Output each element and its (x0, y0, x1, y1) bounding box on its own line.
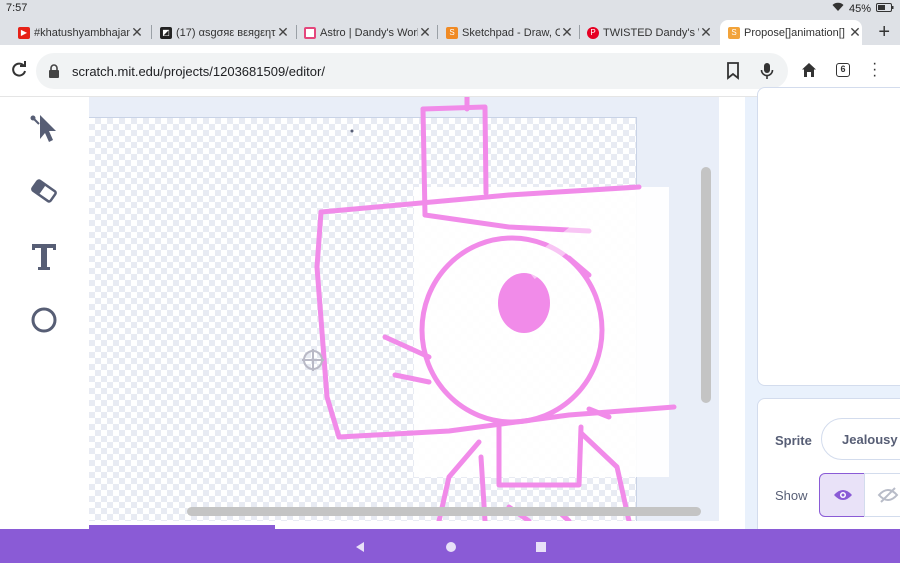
sketchpad-icon: S (446, 26, 458, 39)
recents-icon[interactable] (535, 540, 547, 558)
tab-3[interactable]: Astro | Dandy's World ✕ (302, 20, 432, 45)
tab-title: #khatushyambhajan (34, 26, 130, 39)
more-menu-icon[interactable]: · · · (872, 56, 877, 84)
hide-sprite-button[interactable] (864, 473, 900, 517)
rotation-center-icon (302, 349, 324, 371)
tab-divider (296, 25, 297, 39)
scratch-paint-editor: Sprite Jealousy Show (0, 87, 900, 538)
show-label: Show (775, 488, 808, 503)
lock-icon[interactable] (48, 64, 60, 83)
fandom-icon (304, 26, 316, 39)
scratch-icon: S (728, 26, 740, 39)
tab-2[interactable]: ◩ (17) αsgσяε вεяgεητ ✕ (158, 20, 290, 45)
home-icon[interactable] (801, 62, 817, 83)
youtube-icon: ▶ (18, 26, 30, 39)
clock: 7:57 (6, 2, 28, 14)
tab-divider (437, 25, 438, 39)
system-status-bar: 7:57 45% (0, 0, 900, 17)
battery-icon (876, 2, 894, 15)
tab-title: (17) αsgσяε вεяgεητ (176, 26, 276, 39)
eye-slash-icon (877, 487, 899, 503)
tab-4[interactable]: S Sketchpad - Draw, Cre ✕ (444, 20, 574, 45)
reload-icon[interactable] (10, 61, 28, 84)
tab-title: Propose[]animation[] (744, 26, 845, 39)
right-side-panel: Sprite Jealousy Show (745, 87, 900, 538)
tab-close-icon[interactable]: ✕ (560, 24, 574, 41)
eye-icon (834, 490, 852, 500)
stage-preview[interactable] (757, 87, 900, 386)
reshape-tool-icon[interactable] (28, 111, 60, 143)
tab-title: TWISTED Dandy's Wo (603, 26, 699, 39)
tab-divider (579, 25, 580, 39)
wifi-icon (832, 2, 844, 15)
eraser-tool-icon[interactable] (28, 175, 60, 207)
site-icon: ◩ (160, 26, 172, 39)
tab-title: Astro | Dandy's World (320, 26, 418, 39)
drawing-canvas-area[interactable] (89, 97, 719, 521)
battery-level: 45% (848, 2, 871, 15)
text-tool-icon[interactable] (28, 240, 60, 272)
sprite-name-input[interactable]: Jealousy (821, 418, 900, 460)
vertical-scrollbar[interactable] (701, 167, 711, 403)
tab-6-active[interactable]: S Propose[]animation[] ✕ (720, 20, 862, 45)
tab-close-icon[interactable]: ✕ (848, 24, 862, 41)
tab-close-icon[interactable]: ✕ (699, 24, 713, 41)
pinterest-icon: P (587, 26, 599, 39)
tab-strip: ▶ #khatushyambhajan ✕ ◩ (17) αsgσяε вεяg… (0, 17, 900, 45)
pink-eye-pupil (498, 273, 550, 333)
bookmark-icon[interactable] (726, 62, 740, 85)
tab-1[interactable]: ▶ #khatushyambhajan ✕ (16, 20, 144, 45)
horizontal-scrollbar[interactable] (187, 507, 701, 516)
sprite-info-panel: Sprite Jealousy Show (757, 398, 900, 538)
system-navigation-bar (0, 529, 900, 563)
sprite-label: Sprite (775, 433, 812, 448)
back-icon[interactable] (354, 540, 366, 558)
microphone-icon[interactable] (760, 62, 774, 85)
tab-close-icon[interactable]: ✕ (130, 24, 144, 41)
home-nav-icon[interactable] (445, 540, 457, 558)
circle-tool-icon[interactable] (28, 304, 60, 336)
costume-drawing[interactable] (89, 97, 719, 521)
tab-divider (151, 25, 152, 39)
address-bar[interactable]: scratch.mit.edu/projects/1203681509/edit… (36, 53, 788, 89)
show-sprite-button[interactable] (819, 473, 865, 517)
tab-5[interactable]: P TWISTED Dandy's Wo ✕ (585, 20, 713, 45)
paint-tools-panel (0, 97, 87, 529)
url-text[interactable]: scratch.mit.edu/projects/1203681509/edit… (72, 64, 325, 79)
stray-pixel-dot (350, 129, 354, 133)
tab-close-icon[interactable]: ✕ (418, 24, 432, 41)
new-tab-button[interactable]: + (878, 21, 890, 44)
tab-switcher-button[interactable]: 6 (836, 63, 850, 77)
tab-close-icon[interactable]: ✕ (276, 24, 290, 41)
tab-title: Sketchpad - Draw, Cre (462, 26, 560, 39)
